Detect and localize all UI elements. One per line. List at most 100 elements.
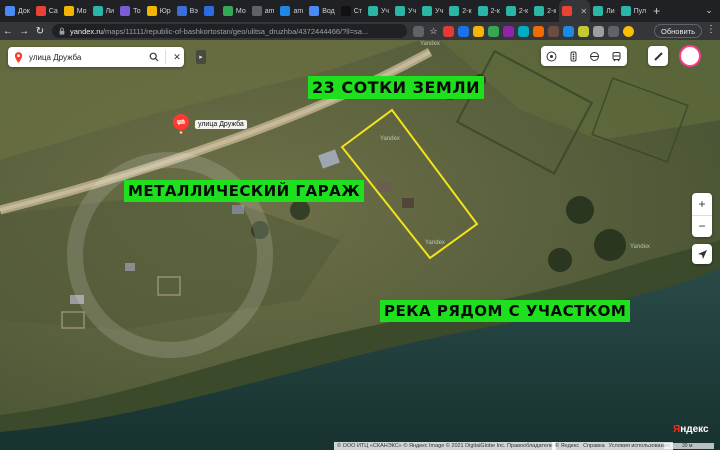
profile-icon[interactable] <box>623 25 634 37</box>
tab-favicon-icon <box>5 6 15 16</box>
share-icon[interactable] <box>413 25 424 37</box>
extensions: ☆ <box>413 25 634 37</box>
star-icon[interactable]: ☆ <box>428 26 439 37</box>
tab-label: Ли <box>606 7 615 15</box>
browser-tab[interactable]: Мо <box>61 0 90 22</box>
annotation-river: РЕКА РЯДОМ С УЧАСТКОМ <box>380 300 631 322</box>
panorama-icon[interactable] <box>588 49 602 63</box>
extension-icon[interactable] <box>458 25 469 37</box>
zoom-in-icon[interactable]: + <box>692 193 712 215</box>
avatar[interactable] <box>679 45 701 67</box>
map-search-box[interactable]: улица Дружба ✕ <box>8 47 184 67</box>
extension-icon[interactable] <box>488 25 499 37</box>
divider <box>165 50 166 64</box>
update-label: Обновить <box>661 26 695 36</box>
browser-tab[interactable]: 2-к <box>503 0 531 22</box>
street-marker[interactable]: улица Дружба <box>172 114 247 139</box>
tab-favicon-icon <box>340 6 351 16</box>
satellite-imagery <box>0 40 720 450</box>
browser-tab[interactable]: Ca <box>33 0 61 22</box>
browser-tab[interactable]: am <box>277 0 306 22</box>
extension-icon[interactable] <box>503 25 514 37</box>
browser-tab[interactable]: Мо <box>220 0 249 22</box>
tab-favicon-icon <box>120 6 131 16</box>
tab-label: Мо <box>235 7 246 15</box>
footer-link-help[interactable]: Справка <box>583 443 605 449</box>
tab-label: Уч <box>435 7 444 15</box>
browser-tab[interactable]: Уч <box>365 0 392 22</box>
browser-tab[interactable]: Ст <box>338 0 365 22</box>
tab-favicon-icon <box>146 6 157 16</box>
map-copyright[interactable]: © ООО ИТЦ «СКАНЭКС» © Яндекс Image © 202… <box>334 442 557 450</box>
logo-text: ндекс <box>680 424 709 435</box>
browser-tab[interactable]: То <box>117 0 144 22</box>
tab-favicon-icon <box>593 6 604 16</box>
close-icon[interactable]: ✕ <box>170 50 184 64</box>
map-layers-toolbar <box>541 46 627 66</box>
footer-link-terms[interactable]: Условия использования <box>609 443 670 449</box>
extension-icon[interactable] <box>443 25 454 37</box>
traffic-icon[interactable] <box>566 49 580 63</box>
browser-tab[interactable]: ✕ <box>559 0 591 22</box>
update-button[interactable]: Обновить <box>654 24 702 38</box>
ruler-icon[interactable] <box>648 46 668 66</box>
tab-label: 2-к <box>490 7 500 15</box>
browser-tab[interactable]: Юр <box>144 0 174 22</box>
address-bar[interactable]: yandex.ru /maps/11111/republic-of-bashko… <box>52 24 407 38</box>
extension-icon[interactable] <box>473 25 484 37</box>
tab-label: am <box>293 7 304 15</box>
zoom-out-icon[interactable]: − <box>692 214 712 238</box>
tab-favicon-icon <box>562 6 573 16</box>
yandex-logo[interactable]: Яндекс <box>673 424 709 435</box>
tab-favicon-icon <box>63 6 74 16</box>
browser-tab[interactable] <box>201 0 220 22</box>
transport-icon[interactable] <box>609 49 623 63</box>
browser-tab[interactable]: Уч <box>419 0 446 22</box>
extension-icon[interactable] <box>533 25 544 37</box>
chevron-down-icon[interactable]: ⌄ <box>704 5 714 15</box>
puzzle-icon[interactable] <box>608 25 619 37</box>
back-icon[interactable]: ← <box>0 23 16 39</box>
tab-label: am <box>264 7 275 15</box>
tab-label: 2-к <box>518 7 529 15</box>
forward-icon[interactable]: → <box>16 23 32 39</box>
tab-favicon-icon <box>222 6 233 16</box>
zoom-control: + − <box>692 193 712 237</box>
extension-icon[interactable] <box>548 25 559 37</box>
map-canvas[interactable]: Yandex Yandex Yandex Yandex <box>0 40 720 450</box>
extension-icon[interactable] <box>593 25 604 37</box>
browser-tab[interactable]: Уч <box>392 0 419 22</box>
reload-icon[interactable]: ↻ <box>32 23 48 39</box>
tab-label: Вод <box>322 7 335 15</box>
browser-tab[interactable]: Пул <box>618 0 649 22</box>
browser-tab[interactable]: 2-к <box>446 0 474 22</box>
menu-icon[interactable]: ⋮ <box>706 24 716 35</box>
locate-me-icon[interactable] <box>692 244 712 264</box>
browser-tab[interactable]: Вод <box>306 0 338 22</box>
extension-icon[interactable] <box>518 25 529 37</box>
tab-favicon-icon <box>92 6 103 16</box>
layers-icon[interactable] <box>545 49 559 63</box>
search-icon[interactable] <box>147 50 161 64</box>
browser-tab[interactable]: Ли <box>90 0 118 22</box>
extension-icon[interactable] <box>563 25 574 37</box>
browser-tab[interactable]: Вэ <box>174 0 201 22</box>
search-input[interactable]: улица Дружба <box>29 53 147 62</box>
collapse-panel-button[interactable]: ▸ <box>196 50 206 64</box>
new-tab-button[interactable]: + <box>649 4 664 18</box>
browser-tab[interactable]: 2-к <box>475 0 503 22</box>
footer-link-yandex[interactable]: © Яндекс <box>555 443 579 449</box>
tab-favicon-icon <box>422 6 433 16</box>
browser-tab[interactable]: 2-к <box>531 0 559 22</box>
tab-favicon-icon <box>35 6 46 16</box>
map-footer-links: © Яндекс Справка Условия использования <box>552 442 673 450</box>
extension-icon[interactable] <box>578 25 589 37</box>
tab-label: Уч <box>408 7 417 15</box>
browser-tab[interactable]: Ли <box>590 0 618 22</box>
lock-icon <box>59 27 65 35</box>
tab-favicon-icon <box>203 6 214 16</box>
browser-tab[interactable]: am <box>249 0 278 22</box>
tab-label: Юр <box>159 7 171 15</box>
browser-tab[interactable]: Док <box>2 0 33 22</box>
tab-close-icon[interactable]: ✕ <box>580 7 587 16</box>
